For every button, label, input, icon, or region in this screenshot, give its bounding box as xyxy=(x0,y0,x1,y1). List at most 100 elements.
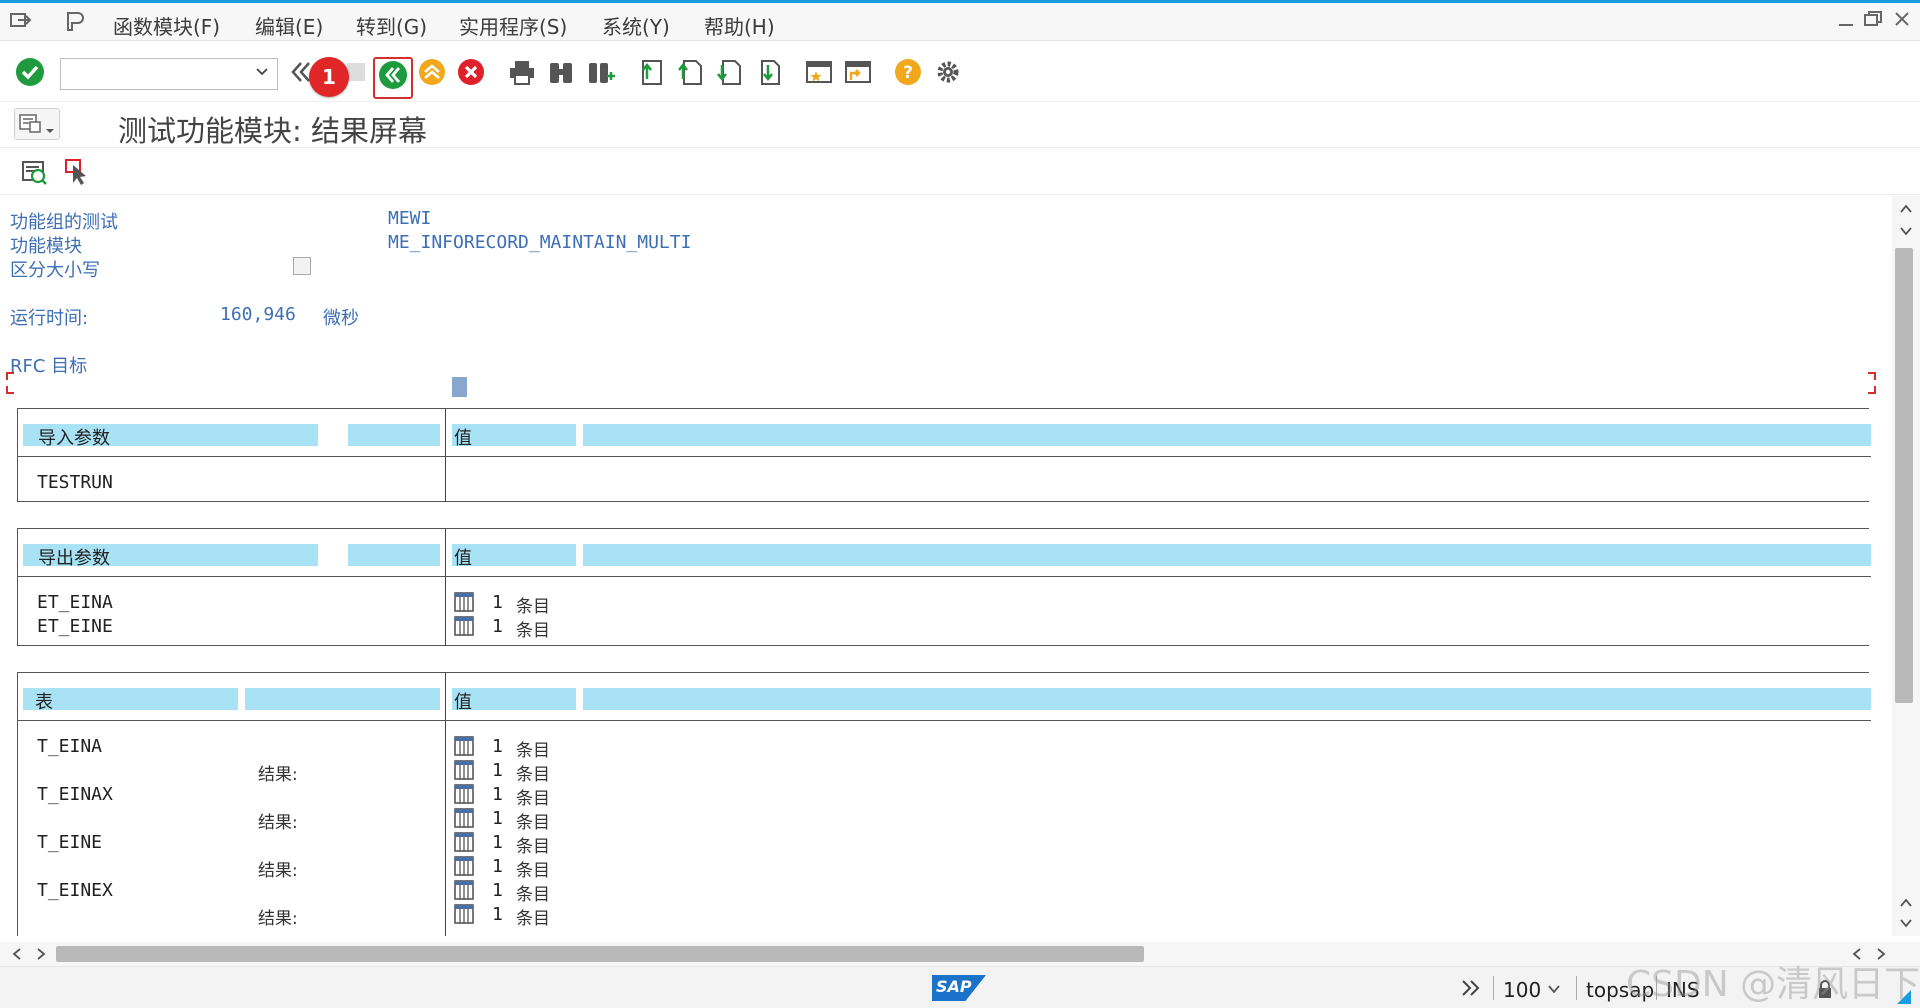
table-grid-icon[interactable] xyxy=(454,736,474,756)
header-separator xyxy=(17,720,1871,721)
runtime-label: 运行时间: xyxy=(10,308,89,329)
debug-icon[interactable] xyxy=(18,156,50,188)
scroll-left-icon[interactable] xyxy=(10,947,24,961)
menu-system[interactable]: 系统(Y) xyxy=(602,11,670,40)
command-field[interactable] xyxy=(60,58,278,90)
chevron-down-icon[interactable] xyxy=(1547,982,1561,996)
export-param-name[interactable]: ET_EINE xyxy=(37,616,113,637)
print-icon[interactable] xyxy=(506,56,538,88)
selection-corner xyxy=(1868,372,1876,380)
exit-icon[interactable] xyxy=(416,56,448,88)
table-grid-icon[interactable] xyxy=(454,856,474,876)
table-grid-icon[interactable] xyxy=(454,784,474,804)
previous-page-icon[interactable] xyxy=(675,56,707,88)
menu-exit-icon[interactable] xyxy=(8,9,34,33)
svg-text:?: ? xyxy=(903,63,913,83)
entry-count: 1 xyxy=(492,592,503,613)
generate-shortcut-icon[interactable] xyxy=(842,56,874,88)
horizontal-scroll-thumb[interactable] xyxy=(56,946,1144,962)
result-label: 结果: xyxy=(258,765,298,785)
column-divider xyxy=(445,672,446,936)
help-icon[interactable]: ? xyxy=(892,56,924,88)
export-value-header: 值 xyxy=(454,548,472,569)
result-unit: 条目 xyxy=(516,765,550,785)
import-value-header: 值 xyxy=(454,428,472,449)
menu-utilities[interactable]: 实用程序(S) xyxy=(459,11,567,40)
selection-corner xyxy=(1868,386,1876,394)
header-bar xyxy=(583,688,1871,710)
expand-status-icon[interactable] xyxy=(1460,978,1482,998)
tables-value-header: 值 xyxy=(454,692,472,713)
result-count: 1 xyxy=(492,760,503,781)
minimize-icon[interactable] xyxy=(1836,9,1856,34)
result-screen-content: 功能组的测试 MEWI 功能模块 ME_INFORECORD_MAINTAIN_… xyxy=(0,196,1892,936)
restore-icon[interactable] xyxy=(1862,9,1884,34)
result-label: 结果: xyxy=(258,813,298,833)
header-bar xyxy=(583,544,1871,566)
menu-function-module[interactable]: 函数模块(F) xyxy=(113,11,220,40)
zoom-level[interactable]: 100 xyxy=(1503,978,1541,1002)
runtime-unit: 微秒 xyxy=(323,308,359,329)
page-title: 测试功能模块: 结果屏幕 xyxy=(118,114,427,148)
last-page-icon[interactable] xyxy=(753,56,785,88)
export-param-name[interactable]: ET_EINA xyxy=(37,592,113,613)
column-divider xyxy=(445,408,446,502)
enter-check-icon[interactable] xyxy=(14,56,46,88)
case-sensitive-checkbox[interactable] xyxy=(293,257,311,275)
status-divider xyxy=(1493,976,1494,1000)
entry-count: 1 xyxy=(492,832,503,853)
table-param-name[interactable]: T_EINAX xyxy=(37,784,113,805)
menu-help[interactable]: 帮助(H) xyxy=(704,11,775,40)
table-param-name[interactable]: T_EINA xyxy=(37,736,102,757)
menu-goto[interactable]: 转到(G) xyxy=(356,11,427,40)
table-grid-icon[interactable] xyxy=(454,592,474,612)
header-separator xyxy=(17,576,1871,577)
entry-unit: 条目 xyxy=(516,789,550,809)
transaction-menu-button[interactable] xyxy=(14,108,60,140)
selection-corner xyxy=(6,372,14,380)
create-session-icon[interactable] xyxy=(803,56,835,88)
table-grid-icon[interactable] xyxy=(454,616,474,636)
entry-unit: 条目 xyxy=(516,597,550,617)
table-grid-icon[interactable] xyxy=(454,904,474,924)
select-pointer-icon[interactable] xyxy=(62,156,94,188)
transaction-menu-icon xyxy=(19,114,54,133)
find-next-icon[interactable] xyxy=(585,56,617,88)
first-page-icon[interactable] xyxy=(636,56,668,88)
find-icon[interactable] xyxy=(545,56,577,88)
scroll-down-icon[interactable] xyxy=(1899,224,1913,238)
scroll-right-icon[interactable] xyxy=(34,947,48,961)
scroll-down-icon[interactable] xyxy=(1899,916,1913,930)
export-header-label: 导出参数 xyxy=(38,548,110,569)
standard-toolbar: 1 ? xyxy=(0,42,1920,102)
table-grid-icon[interactable] xyxy=(454,808,474,828)
runtime-value: 160,946 xyxy=(220,304,296,325)
case-sensitive-label: 区分大小写 xyxy=(10,260,100,281)
application-toolbar xyxy=(0,149,1920,195)
result-count: 1 xyxy=(492,856,503,877)
function-module-value: ME_INFORECORD_MAINTAIN_MULTI xyxy=(388,232,692,253)
header-bar xyxy=(348,544,440,566)
table-grid-icon[interactable] xyxy=(454,760,474,780)
text-cursor xyxy=(452,377,467,397)
next-page-icon[interactable] xyxy=(714,56,746,88)
table-grid-icon[interactable] xyxy=(454,880,474,900)
menu-edit[interactable]: 编辑(E) xyxy=(255,11,323,40)
close-window-icon[interactable] xyxy=(1892,9,1912,34)
vertical-scroll-thumb[interactable] xyxy=(1895,248,1913,703)
chevron-down-icon[interactable] xyxy=(255,64,269,82)
result-label: 结果: xyxy=(258,909,298,929)
customize-layout-icon[interactable] xyxy=(62,9,88,33)
tables-parameters-table xyxy=(17,672,1869,936)
table-grid-icon[interactable] xyxy=(454,832,474,852)
table-param-name[interactable]: T_EINE xyxy=(37,832,102,853)
cancel-icon[interactable] xyxy=(455,56,487,88)
entry-unit: 条目 xyxy=(516,885,550,905)
settings-gear-icon[interactable] xyxy=(932,56,964,88)
table-param-name[interactable]: T_EINEX xyxy=(37,880,113,901)
import-param-name[interactable]: TESTRUN xyxy=(37,472,113,493)
entry-count: 1 xyxy=(492,616,503,637)
scroll-up-icon[interactable] xyxy=(1899,896,1913,910)
back-icon[interactable] xyxy=(377,59,409,91)
scroll-up-icon[interactable] xyxy=(1899,202,1913,216)
